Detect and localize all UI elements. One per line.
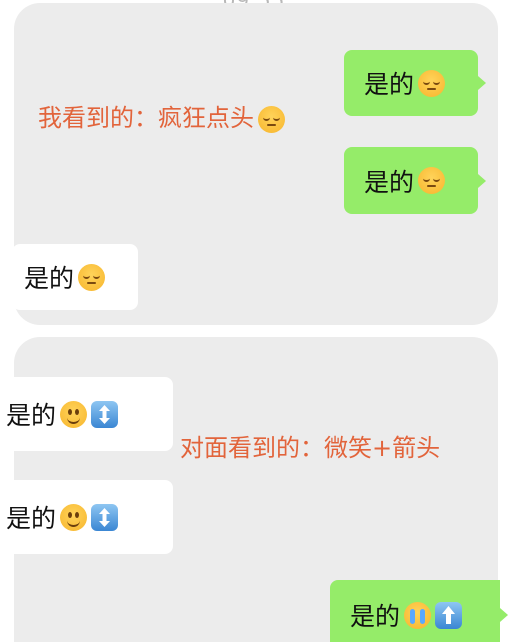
pensive-face-emoji-icon — [258, 105, 285, 133]
message-text: 是的 — [364, 167, 415, 197]
sent-message-bubble[interactable]: 是的 — [330, 580, 508, 642]
sent-message-bubble[interactable]: 是的 — [344, 50, 486, 116]
message-text: 是的 — [350, 602, 401, 631]
pensive-face-emoji-icon — [418, 167, 446, 194]
message-text: 是的 — [6, 401, 57, 430]
up-down-arrow-icon — [91, 400, 119, 428]
message-text: 是的 — [364, 70, 415, 99]
top-caption: 我看到的：疯狂点头 — [38, 98, 285, 133]
message-text: 是的 — [24, 264, 75, 293]
pensive-face-emoji-icon — [78, 263, 106, 291]
smile-face-emoji-icon — [60, 503, 88, 531]
smile-face-emoji-icon — [60, 400, 88, 428]
chat-comparison-screenshot: 09:55 是的 我看到的：疯狂点头 是的 是的 是的 对面看到的：微笑+箭头 … — [0, 0, 508, 642]
sent-message-bubble[interactable]: 是的 — [344, 147, 486, 214]
message-text: 是的 — [6, 504, 57, 533]
caption-text: 我看到的：疯狂点头 — [38, 104, 254, 132]
bottom-caption: 对面看到的：微笑+箭头 — [180, 434, 441, 462]
up-arrow-icon — [435, 601, 463, 629]
received-message-bubble[interactable]: 是的 — [0, 480, 173, 554]
up-down-arrow-icon — [91, 503, 119, 531]
received-message-bubble[interactable]: 是的 — [0, 377, 173, 451]
pensive-face-emoji-icon — [418, 69, 446, 97]
crying-face-emoji-icon — [404, 601, 432, 629]
received-message-bubble[interactable]: 是的 — [12, 244, 138, 310]
